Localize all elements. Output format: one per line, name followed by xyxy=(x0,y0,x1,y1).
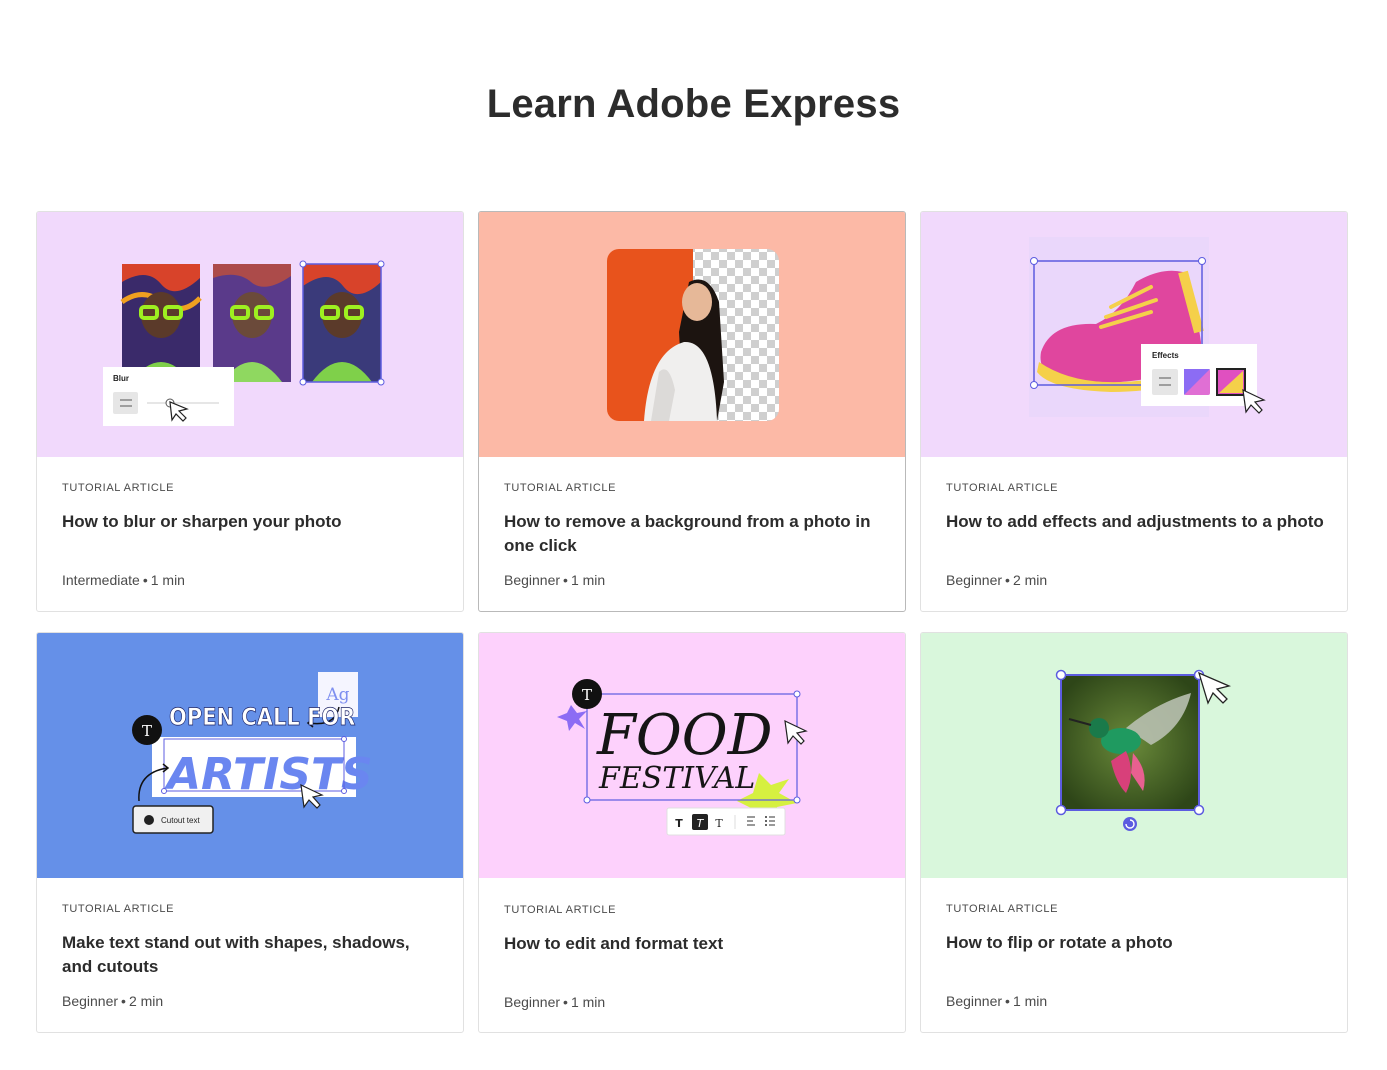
text-t-icon: T xyxy=(142,722,152,740)
tutorial-card-remove-background[interactable]: TUTORIAL ARTICLE How to remove a backgro… xyxy=(478,211,906,612)
card-title[interactable]: How to blur or sharpen your photo xyxy=(62,510,441,558)
card-level: Beginner xyxy=(504,994,561,1010)
photo-frame-2 xyxy=(213,264,291,382)
card-meta: Beginner • 1 min xyxy=(946,993,1048,1009)
card-meta: Intermediate • 1 min xyxy=(62,572,185,588)
tutorial-card-blur[interactable]: Blur TUTORIAL ARTICLE How to blur or sha… xyxy=(36,211,464,612)
effects-illustration: Effects xyxy=(921,212,1347,457)
photo-frame-1 xyxy=(120,264,202,382)
card-duration: 2 min xyxy=(128,993,164,1009)
blur-illustration: Blur xyxy=(37,212,463,457)
card-thumbnail: Ag OPEN CALL FOR ARTISTS T Cutout text xyxy=(37,633,463,878)
svg-text:Blur: Blur xyxy=(113,374,129,383)
card-eyebrow: TUTORIAL ARTICLE xyxy=(946,482,1059,494)
card-duration: 1 min xyxy=(1012,993,1048,1009)
card-eyebrow: TUTORIAL ARTICLE xyxy=(946,903,1059,915)
card-title[interactable]: How to add effects and adjustments to a … xyxy=(946,510,1325,558)
svg-text:FESTIVAL: FESTIVAL xyxy=(598,761,755,796)
card-eyebrow: TUTORIAL ARTICLE xyxy=(62,903,175,915)
card-thumbnail xyxy=(921,633,1347,878)
card-thumbnail: Effects xyxy=(921,212,1347,457)
svg-text:T: T xyxy=(675,817,683,830)
card-meta: Beginner • 1 min xyxy=(504,994,606,1010)
card-title[interactable]: How to flip or rotate a photo xyxy=(946,931,1325,979)
flip-rotate-illustration xyxy=(921,633,1347,878)
text-cutout-illustration: Ag OPEN CALL FOR ARTISTS T Cutout text xyxy=(37,633,463,878)
card-eyebrow: TUTORIAL ARTICLE xyxy=(62,482,175,494)
blur-panel: Blur xyxy=(103,367,234,426)
card-thumbnail: FOOD FESTIVAL T T T T xyxy=(479,633,905,878)
card-title[interactable]: How to edit and format text xyxy=(504,932,883,980)
card-level: Beginner xyxy=(62,993,119,1009)
card-meta: Beginner • 1 min xyxy=(504,572,606,588)
tutorial-card-flip-rotate[interactable]: TUTORIAL ARTICLE How to flip or rotate a… xyxy=(920,632,1348,1033)
card-duration: 1 min xyxy=(150,572,185,588)
page-title: Learn Adobe Express xyxy=(486,82,901,126)
svg-text:Ag: Ag xyxy=(325,685,349,705)
tutorial-card-effects[interactable]: Effects TUTORIAL ARTICLE How to add effe… xyxy=(920,211,1348,612)
tutorial-card-edit-text[interactable]: FOOD FESTIVAL T T T T TUTORIAL ARTICLE H… xyxy=(478,632,906,1033)
card-duration: 2 min xyxy=(1012,572,1048,588)
card-level: Beginner xyxy=(504,572,561,588)
text-format-toolbar: T T T xyxy=(666,807,786,836)
sliders-icon xyxy=(1152,369,1178,395)
text-t-icon: T xyxy=(582,686,592,704)
svg-text:FOOD: FOOD xyxy=(596,703,773,768)
svg-text:T: T xyxy=(715,817,723,830)
rotate-icon xyxy=(1123,817,1137,831)
svg-text:Cutout text: Cutout text xyxy=(161,816,200,825)
card-duration: 1 min xyxy=(570,572,606,588)
tutorial-card-text-cutouts[interactable]: Ag OPEN CALL FOR ARTISTS T Cutout text T… xyxy=(36,632,464,1033)
card-thumbnail xyxy=(479,212,905,457)
card-title[interactable]: Make text stand out with shapes, shadows… xyxy=(62,931,441,979)
remove-background-illustration xyxy=(479,212,905,457)
card-meta: Beginner • 2 min xyxy=(946,572,1048,588)
effects-panel: Effects xyxy=(1141,344,1266,414)
card-level: Intermediate xyxy=(62,572,140,588)
photo-frame-3 xyxy=(299,260,385,386)
card-eyebrow: TUTORIAL ARTICLE xyxy=(504,904,617,916)
card-level: Beginner xyxy=(946,993,1003,1009)
card-title[interactable]: How to remove a background from a photo … xyxy=(504,510,883,558)
card-meta: Beginner • 2 min xyxy=(62,993,164,1009)
card-eyebrow: TUTORIAL ARTICLE xyxy=(504,482,617,494)
svg-text:Effects: Effects xyxy=(1152,351,1179,360)
edit-text-illustration: FOOD FESTIVAL T T T T xyxy=(479,633,905,878)
card-thumbnail: Blur xyxy=(37,212,463,457)
card-level: Beginner xyxy=(946,572,1003,588)
sliders-icon xyxy=(113,392,138,414)
svg-text:OPEN CALL FOR: OPEN CALL FOR xyxy=(169,704,355,732)
card-duration: 1 min xyxy=(570,994,606,1010)
